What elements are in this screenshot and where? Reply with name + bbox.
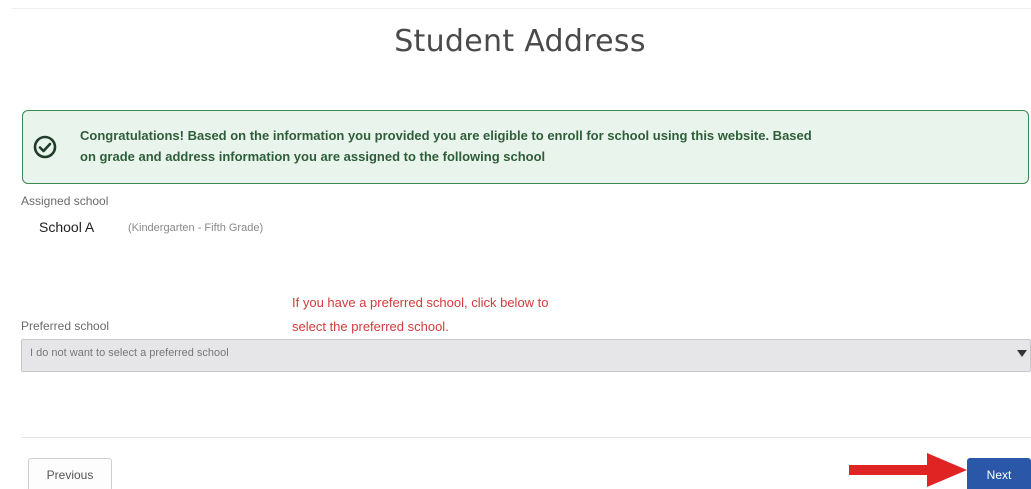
main-card — [12, 8, 1031, 489]
alert-message-line-1: Congratulations! Based on the informatio… — [80, 128, 812, 143]
instruction-line-2: select the preferred school. — [292, 319, 449, 334]
alert-message: Congratulations! Based on the informatio… — [80, 125, 1020, 167]
footer-divider — [21, 437, 1031, 438]
caret-down-icon[interactable] — [1017, 350, 1027, 357]
page-title: Student Address — [394, 24, 646, 59]
preferred-school-instruction: If you have a preferred school, click be… — [292, 291, 712, 339]
eligibility-alert: Congratulations! Based on the informatio… — [22, 110, 1029, 184]
instruction-line-1: If you have a preferred school, click be… — [292, 295, 549, 310]
next-button[interactable]: Next — [967, 458, 1031, 489]
preferred-school-selected-value: I do not want to select a preferred scho… — [30, 347, 229, 359]
preferred-school-label: Preferred school — [21, 319, 110, 333]
alert-message-line-2: on grade and address information you are… — [80, 149, 546, 164]
assigned-school-grade-range: (Kindergarten - Fifth Grade) — [128, 222, 264, 234]
assigned-school-name: School A — [39, 219, 95, 235]
assigned-school-label: Assigned school — [21, 194, 109, 208]
red-arrow-icon — [849, 453, 967, 487]
check-circle-icon — [33, 135, 57, 159]
previous-button[interactable]: Previous — [28, 458, 112, 489]
preferred-school-select[interactable]: I do not want to select a preferred scho… — [21, 339, 1031, 372]
